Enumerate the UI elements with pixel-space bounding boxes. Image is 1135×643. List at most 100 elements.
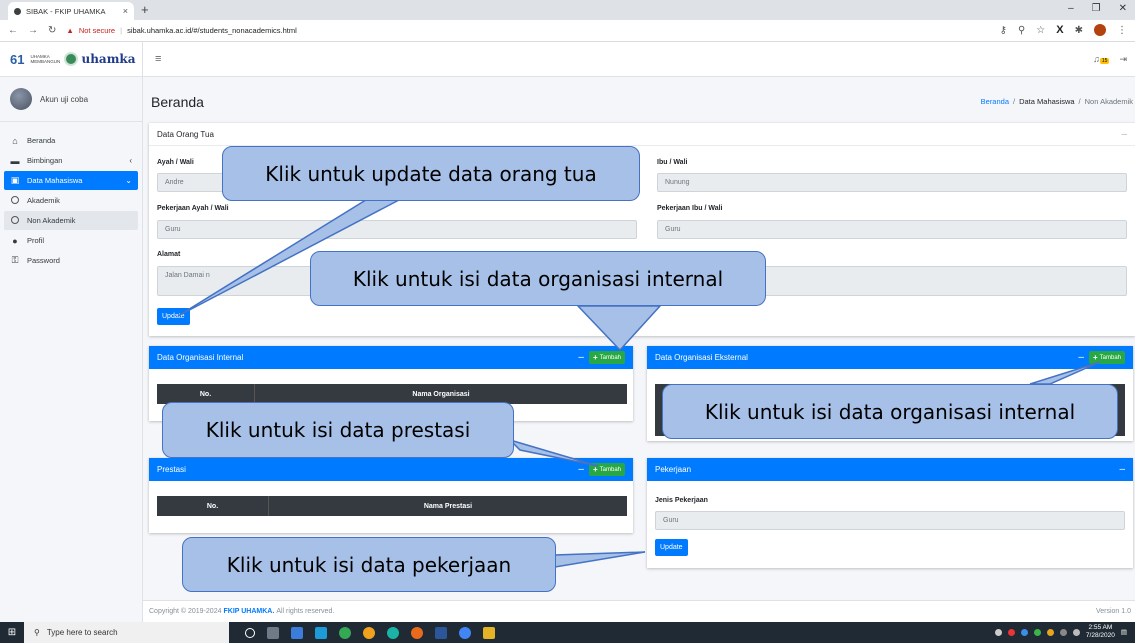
clock[interactable]: 2:55 AM 7/28/2020 — [1086, 624, 1115, 640]
tambah-organisasi-internal-button[interactable]: + Tambah — [588, 351, 625, 364]
sidebar-nav: ⌂ Beranda ▬ Bimbingan ‹ ▣ Data Mahasiswa… — [0, 122, 142, 270]
sidebar-item-profil[interactable]: ● Profil — [0, 231, 142, 250]
wifi-icon[interactable] — [1059, 628, 1067, 636]
update-pekerjaan-button[interactable]: Update — [655, 539, 688, 556]
update-orang-tua-button[interactable]: Update — [157, 308, 190, 325]
minimize-icon[interactable]: – — [1068, 3, 1074, 14]
close-tab-icon[interactable]: × — [123, 6, 128, 16]
sidebar-item-bimbingan[interactable]: ▬ Bimbingan ‹ — [0, 151, 142, 170]
tray-icon[interactable] — [1020, 628, 1028, 636]
firefox-icon[interactable] — [411, 626, 423, 639]
brand-name: uhamka — [81, 52, 136, 66]
key-icon[interactable]: ⚷ — [1000, 25, 1007, 36]
callout-pekerjaan: Klik untuk isi data pekerjaan — [182, 537, 556, 592]
tambah-prestasi-button[interactable]: + Tambah — [588, 463, 625, 476]
warning-icon: ▲ — [66, 26, 74, 35]
collapse-icon[interactable]: – — [1078, 352, 1084, 363]
file-explorer-icon[interactable] — [291, 626, 303, 639]
app-icon[interactable] — [483, 626, 495, 639]
breadcrumb-beranda[interactable]: Beranda — [981, 97, 1009, 106]
app-icon[interactable] — [387, 626, 399, 639]
logo-61-icon: 61 — [10, 51, 25, 67]
logout-icon[interactable]: ⇥ — [1119, 54, 1127, 65]
sidebar-item-label: Akademik — [27, 196, 60, 205]
sidebar-item-label: Password — [27, 256, 60, 265]
user-panel[interactable]: Akun uji coba — [0, 77, 142, 122]
pekerjaan-ayah-field[interactable]: Guru — [157, 220, 637, 239]
sidebar-item-beranda[interactable]: ⌂ Beranda — [0, 131, 142, 150]
browser-tab[interactable]: SIBAK - FKIP UHAMKA × — [8, 2, 134, 20]
card-header: Prestasi – + Tambah — [149, 458, 633, 481]
circle-icon — [11, 195, 19, 204]
chevron-left-icon: ‹ — [129, 156, 132, 165]
tray-icon[interactable] — [994, 628, 1002, 636]
pekerjaan-ibu-field[interactable]: Guru — [657, 220, 1127, 239]
app-icon[interactable] — [339, 626, 351, 639]
callout-orangtua: Klik untuk update data orang tua — [222, 146, 640, 201]
copyright-link[interactable]: FKIP UHAMKA. — [223, 608, 274, 615]
taskbar: ⊞ ⚲ Type here to search 2:55 AM 7/28/202… — [0, 622, 1135, 643]
sidebar-item-non-akademik[interactable]: Non Akademik — [4, 211, 138, 230]
tab-title: SIBAK - FKIP UHAMKA — [26, 6, 106, 16]
column-no: No. — [157, 384, 255, 404]
menu-icon[interactable]: ⋮ — [1117, 25, 1127, 36]
pekerjaan-ibu-label: Pekerjaan Ibu / Wali — [657, 205, 723, 212]
ayah-label: Ayah / Wali — [157, 159, 194, 166]
zoom-icon[interactable]: ⚲ — [1018, 25, 1025, 36]
sidebar-item-password[interactable]: ⚿ Password — [0, 251, 142, 270]
profile-icon[interactable] — [1094, 24, 1106, 36]
bell-icon[interactable]: ♫ 15 — [1093, 54, 1110, 65]
close-window-icon[interactable]: ✕ — [1119, 3, 1127, 14]
card-header: Data Orang Tua – — [149, 123, 1135, 146]
url-text: sibak.uhamka.ac.id/#/students_nonacademi… — [127, 26, 297, 35]
avatar — [10, 88, 32, 110]
alamat-label: Alamat — [157, 251, 181, 258]
taskbar-search[interactable]: ⚲ Type here to search — [24, 622, 229, 643]
back-icon[interactable]: ← — [8, 25, 18, 36]
collapse-icon[interactable]: – — [1119, 464, 1125, 475]
tambah-organisasi-eksternal-button[interactable]: + Tambah — [1088, 351, 1125, 364]
card-title: Prestasi — [157, 465, 186, 474]
windows-start-icon[interactable]: ⊞ — [0, 627, 24, 638]
plus-icon: + — [592, 465, 598, 474]
new-tab-icon[interactable]: + — [141, 2, 149, 17]
home-icon: ⌂ — [12, 135, 18, 146]
chrome-icon[interactable] — [459, 626, 471, 639]
callout-org-internal: Klik untuk isi data organisasi internal — [310, 251, 766, 306]
collapse-icon[interactable]: – — [578, 352, 584, 363]
url-field[interactable]: ▲ Not secure | sibak.uhamka.ac.id/#/stud… — [66, 26, 296, 35]
uhamka-logo: uhamka — [64, 52, 135, 66]
version-label: Version 1.0 — [1095, 608, 1131, 615]
brand[interactable]: 61 UHAMKA MEMBANGUN uhamka — [0, 42, 142, 77]
tray-icon[interactable] — [1046, 628, 1054, 636]
extensions-icon[interactable]: ✱ — [1075, 25, 1083, 36]
hamburger-icon[interactable]: ≡ — [155, 53, 161, 65]
breadcrumb-non-akademik: Non Akademik — [1084, 97, 1133, 106]
forward-icon[interactable]: → — [28, 25, 38, 36]
star-icon[interactable]: ☆ — [1036, 25, 1045, 36]
notifications-icon[interactable]: ▤ — [1121, 628, 1127, 636]
column-nama-prestasi: Nama Prestasi — [423, 502, 473, 510]
sidebar-item-akademik[interactable]: Akademik — [0, 191, 142, 210]
jenis-pekerjaan-field[interactable]: Guru — [655, 511, 1125, 530]
cortana-icon[interactable] — [245, 627, 255, 638]
reload-icon[interactable]: ↻ — [48, 25, 56, 36]
key-icon: ⚿ — [11, 255, 19, 265]
sidebar-item-label: Bimbingan — [27, 156, 63, 165]
store-icon[interactable] — [315, 626, 327, 639]
brand-tagline: UHAMKA MEMBANGUN — [30, 54, 61, 64]
ibu-field[interactable]: Nunung — [657, 173, 1127, 192]
book-icon: ▬ — [10, 155, 20, 166]
collapse-icon[interactable]: – — [1121, 129, 1127, 140]
page-title: Beranda — [151, 94, 204, 110]
tray-icon[interactable] — [1007, 628, 1015, 636]
collapse-icon[interactable]: – — [578, 464, 584, 475]
sidebar-item-data-mahasiswa[interactable]: ▣ Data Mahasiswa ⌄ — [4, 171, 138, 190]
app-icon[interactable] — [363, 626, 375, 639]
tray-icon[interactable] — [1033, 628, 1041, 636]
task-view-icon[interactable] — [267, 626, 279, 639]
volume-icon[interactable] — [1072, 628, 1080, 636]
extension-x-icon[interactable]: X — [1056, 24, 1063, 36]
restore-icon[interactable]: ❐ — [1092, 3, 1101, 14]
word-icon[interactable] — [435, 626, 447, 639]
